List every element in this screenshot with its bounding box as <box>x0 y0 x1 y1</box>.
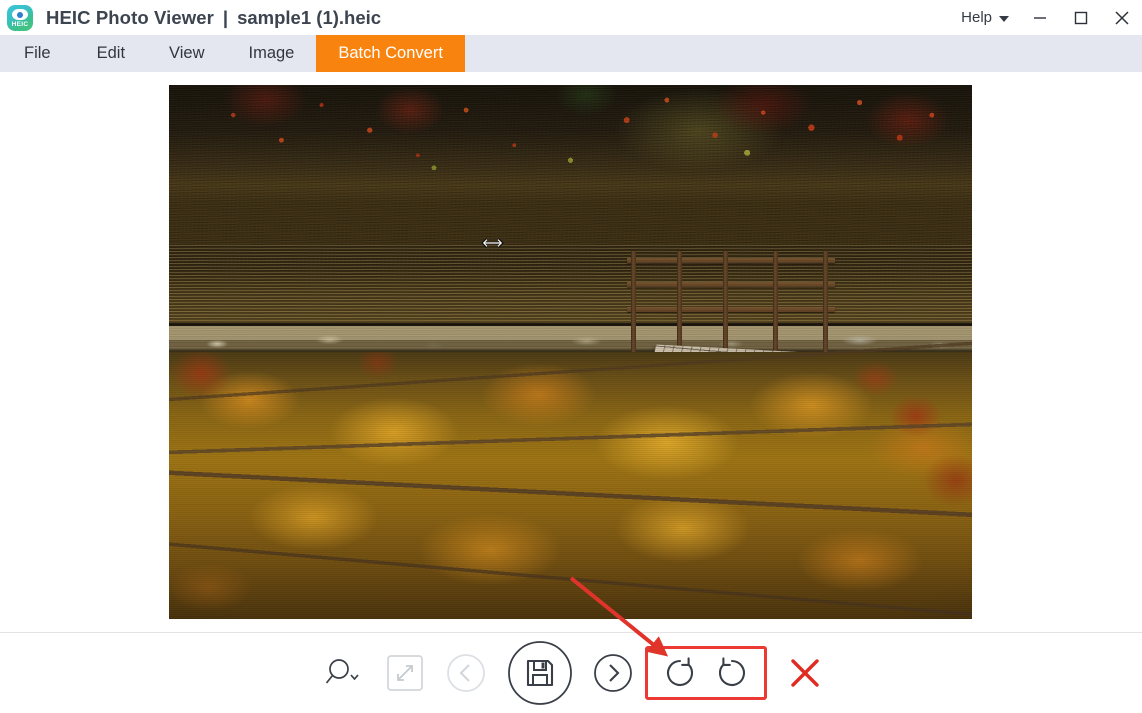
close-x-icon <box>791 659 819 687</box>
close-image-button[interactable] <box>785 653 825 693</box>
eye-icon-pupil <box>17 11 23 18</box>
window-controls: Help <box>951 0 1142 35</box>
rotate-clockwise-icon <box>718 657 745 687</box>
close-window-button[interactable] <box>1101 0 1142 35</box>
heic-app-icon: HEIC <box>7 4 33 31</box>
bottom-toolbar <box>0 632 1142 713</box>
minimize-icon <box>1033 16 1046 19</box>
photo-canvas[interactable] <box>169 85 972 619</box>
menu-bar: File Edit View Image Batch Convert <box>0 35 1142 72</box>
horizontal-resize-cursor <box>481 238 504 248</box>
maximize-icon <box>1074 11 1087 24</box>
rotate-left-button[interactable] <box>662 655 698 691</box>
previous-image-button[interactable] <box>445 652 487 694</box>
photo-layer-grain <box>169 85 972 619</box>
rotate-counterclockwise-icon <box>667 657 694 687</box>
search-zoom-icon <box>325 659 359 684</box>
chevron-down-icon <box>999 15 1009 22</box>
menu-item-view[interactable]: View <box>147 35 226 72</box>
title-bar: HEIC HEIC Photo Viewer | sample1 (1).hei… <box>0 0 1142 35</box>
fit-to-window-button[interactable] <box>385 653 425 693</box>
help-menu-button[interactable]: Help <box>951 0 1019 35</box>
zoom-button[interactable] <box>317 650 371 696</box>
menu-item-batch-convert[interactable]: Batch Convert <box>316 35 465 72</box>
menu-item-edit[interactable]: Edit <box>75 35 147 72</box>
save-button[interactable] <box>507 640 573 706</box>
expand-arrows-icon <box>387 655 423 691</box>
next-image-button[interactable] <box>593 653 633 693</box>
close-icon <box>1114 10 1129 25</box>
open-file-name: sample1 (1).heic <box>237 6 382 28</box>
rotate-buttons-highlight <box>645 646 767 700</box>
title-separator: | <box>222 6 229 28</box>
rotate-right-button[interactable] <box>714 655 750 691</box>
maximize-button[interactable] <box>1060 0 1101 35</box>
chevron-left-circle-icon <box>447 654 485 692</box>
chevron-right-circle-icon <box>594 654 632 692</box>
menu-item-file[interactable]: File <box>0 35 75 72</box>
image-viewer-area <box>0 72 1142 632</box>
minimize-button[interactable] <box>1019 0 1060 35</box>
app-title: HEIC Photo Viewer <box>46 6 214 28</box>
save-floppy-icon <box>508 641 572 705</box>
menu-item-image[interactable]: Image <box>227 35 317 72</box>
app-icon-label: HEIC <box>11 20 29 28</box>
help-label: Help <box>961 9 992 26</box>
